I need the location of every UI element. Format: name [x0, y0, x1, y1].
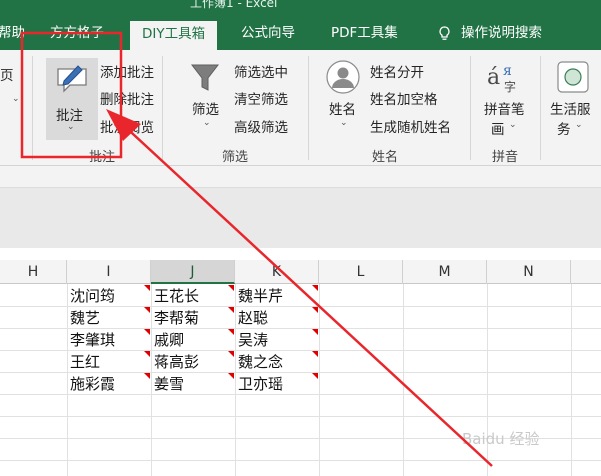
excel-window: 工作簿1 - Excel 帮助 方方格子 DIY工具箱 公式向导 PDF工具集 …	[0, 0, 601, 476]
highlight-box	[20, 31, 123, 159]
annotation-overlay	[20, 31, 493, 467]
annotation-arrow-line	[119, 121, 493, 467]
